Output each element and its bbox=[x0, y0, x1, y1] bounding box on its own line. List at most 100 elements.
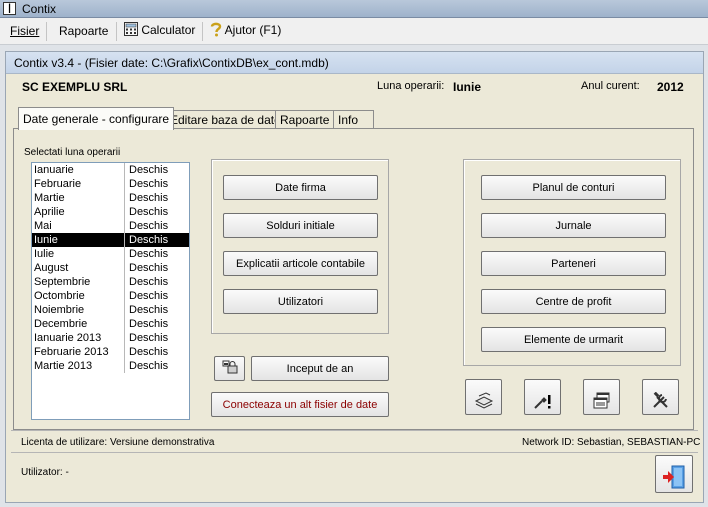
menu-calculator-label: Calculator bbox=[141, 23, 196, 37]
month-list-row[interactable]: Martie Deschis bbox=[32, 191, 189, 205]
month-status: Deschis bbox=[129, 192, 169, 204]
month-list-row[interactable]: Iunie Deschis bbox=[32, 233, 189, 247]
windows-icon bbox=[593, 392, 609, 408]
explicatii-button[interactable]: Explicatii articole contabile bbox=[223, 251, 378, 276]
month-name: August bbox=[32, 261, 125, 275]
month-list-row[interactable]: Ianuarie Deschis bbox=[32, 163, 189, 177]
planul-de-conturi-button[interactable]: Planul de conturi bbox=[481, 175, 666, 200]
month-list-label: Selectati luna operarii bbox=[24, 147, 121, 158]
menu-separator bbox=[46, 22, 47, 41]
month-name: Septembrie bbox=[32, 275, 125, 289]
month-name: Mai bbox=[32, 219, 125, 233]
month-list-row[interactable]: Mai Deschis bbox=[32, 219, 189, 233]
user-text: Utilizator: - bbox=[21, 467, 69, 478]
month-name: Februarie 2013 bbox=[32, 345, 125, 359]
month-status: Deschis bbox=[129, 248, 169, 260]
exit-button[interactable] bbox=[655, 455, 693, 493]
menu-fisier[interactable]: Fisier bbox=[10, 24, 39, 38]
lock-button[interactable] bbox=[214, 356, 245, 381]
month-list-row[interactable]: Aprilie Deschis bbox=[32, 205, 189, 219]
month-name: Ianuarie bbox=[32, 163, 125, 177]
stack-icon bbox=[474, 391, 493, 409]
license-text: Licenta de utilizare: Versiune demonstra… bbox=[21, 437, 215, 448]
menu-separator bbox=[116, 22, 117, 41]
alert-tool-button[interactable] bbox=[524, 379, 561, 415]
main-form: Contix v3.4 - (Fisier date: C:\Grafix\Co… bbox=[5, 51, 704, 503]
tab-date-generale[interactable]: Date generale - configurare bbox=[18, 107, 175, 130]
month-name: Februarie bbox=[32, 177, 125, 191]
month-list-row[interactable]: Noiembrie Deschis bbox=[32, 303, 189, 317]
month-status: Deschis bbox=[129, 332, 169, 344]
tab-info[interactable]: Info bbox=[333, 110, 374, 129]
date-firma-button[interactable]: Date firma bbox=[223, 175, 378, 200]
parteneri-button[interactable]: Parteneri bbox=[481, 251, 666, 276]
month-name: Ianuarie 2013 bbox=[32, 331, 125, 345]
lock-icon bbox=[222, 360, 237, 374]
tools-icon bbox=[652, 391, 668, 408]
month-list-row[interactable]: Martie 2013 Deschis bbox=[32, 359, 189, 373]
pen-alert-icon bbox=[533, 394, 550, 409]
month-status: Deschis bbox=[129, 290, 169, 302]
month-status: Deschis bbox=[129, 346, 169, 358]
menu-ajutor[interactable]: Ajutor (F1) bbox=[210, 22, 281, 37]
window-titlebar: | Contix bbox=[0, 0, 708, 18]
form-header: Contix v3.4 - (Fisier date: C:\Grafix\Co… bbox=[6, 52, 703, 74]
tab-rapoarte[interactable]: Rapoarte bbox=[275, 110, 335, 129]
footer-separator bbox=[11, 452, 698, 453]
anul-curent-label: Anul curent: bbox=[581, 80, 640, 92]
month-list-row[interactable]: Ianuarie 2013 Deschis bbox=[32, 331, 189, 345]
conecteaza-button[interactable]: Conecteaza un alt fisier de date bbox=[211, 392, 389, 417]
month-name: Noiembrie bbox=[32, 303, 125, 317]
luna-operarii-label: Luna operarii: bbox=[377, 80, 445, 92]
luna-operarii-value: Iunie bbox=[453, 80, 482, 94]
month-name: Martie bbox=[32, 191, 125, 205]
month-list-row[interactable]: August Deschis bbox=[32, 261, 189, 275]
menu-ajutor-label: Ajutor (F1) bbox=[224, 23, 282, 37]
inceput-de-an-button[interactable]: Inceput de an bbox=[251, 356, 389, 381]
menu-rapoarte-label: Rapoarte bbox=[59, 24, 109, 38]
month-status: Deschis bbox=[129, 304, 169, 316]
month-list-row[interactable]: Iulie Deschis bbox=[32, 247, 189, 261]
app-icon: | bbox=[3, 2, 16, 15]
help-icon bbox=[210, 22, 222, 37]
anul-curent-value: 2012 bbox=[657, 80, 684, 94]
month-status: Deschis bbox=[129, 178, 169, 190]
jurnale-button[interactable]: Jurnale bbox=[481, 213, 666, 238]
menu-rapoarte[interactable]: Rapoarte bbox=[59, 24, 108, 38]
month-list-row[interactable]: Septembrie Deschis bbox=[32, 275, 189, 289]
month-status: Deschis bbox=[129, 276, 169, 288]
stack-button[interactable] bbox=[465, 379, 502, 415]
utilizatori-button[interactable]: Utilizatori bbox=[223, 289, 378, 314]
network-id-text: Network ID: Sebastian, SEBASTIAN-PC bbox=[522, 437, 701, 448]
menu-fisier-label: Fisier bbox=[10, 24, 40, 38]
menu-separator bbox=[202, 22, 203, 41]
tab-editare-baza[interactable]: Editare baza de date bbox=[165, 110, 286, 129]
month-list[interactable]: Ianuarie Deschis Februarie Deschis Martie Des… bbox=[31, 162, 190, 420]
month-status: Deschis bbox=[129, 206, 169, 218]
month-name: Iunie bbox=[32, 233, 125, 247]
month-status: Deschis bbox=[129, 360, 169, 372]
centre-de-profit-button[interactable]: Centre de profit bbox=[481, 289, 666, 314]
solduri-initiale-button[interactable]: Solduri initiale bbox=[223, 213, 378, 238]
month-status: Deschis bbox=[129, 234, 169, 246]
windows-button[interactable] bbox=[583, 379, 620, 415]
month-list-row[interactable]: Octombrie Deschis bbox=[32, 289, 189, 303]
month-name: Iulie bbox=[32, 247, 125, 261]
month-status: Deschis bbox=[129, 220, 169, 232]
month-status: Deschis bbox=[129, 164, 169, 176]
month-name: Octombrie bbox=[32, 289, 125, 303]
month-name: Martie 2013 bbox=[32, 359, 125, 373]
form-title: Contix v3.4 - (Fisier date: C:\Grafix\Co… bbox=[14, 56, 329, 70]
menu-calculator[interactable]: Calculator bbox=[124, 22, 195, 37]
company-name: SC EXEMPLU SRL bbox=[22, 80, 128, 94]
month-list-row[interactable]: Decembrie Deschis bbox=[32, 317, 189, 331]
month-list-row[interactable]: Februarie 2013 Deschis bbox=[32, 345, 189, 359]
month-name: Aprilie bbox=[32, 205, 125, 219]
calculator-icon bbox=[124, 22, 138, 36]
month-status: Deschis bbox=[129, 262, 169, 274]
elemente-de-urmarit-button[interactable]: Elemente de urmarit bbox=[481, 327, 666, 352]
exit-door-icon bbox=[663, 465, 685, 488]
month-list-row[interactable]: Februarie Deschis bbox=[32, 177, 189, 191]
tools-button[interactable] bbox=[642, 379, 679, 415]
footer-separator bbox=[11, 430, 698, 431]
